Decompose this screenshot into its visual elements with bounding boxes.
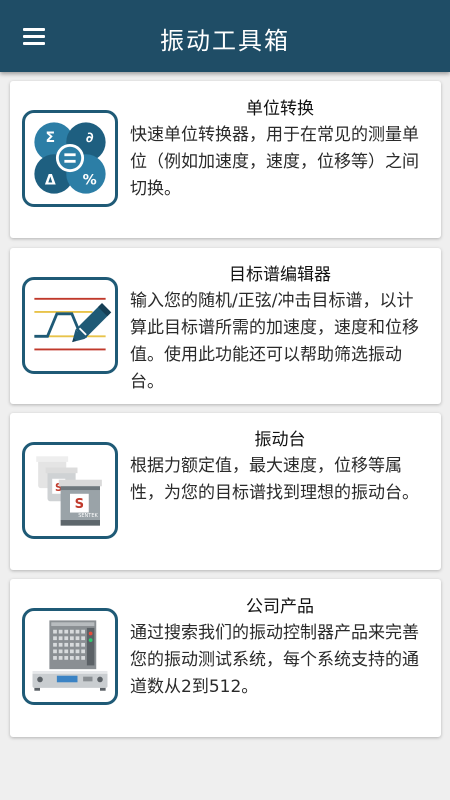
card-description: 输入您的随机/正弦/冲击目标谱，以计算此目标谱所需的加速度，速度和位移值。使用此… xyxy=(130,291,419,392)
unit-converter-icon: Σ ∂ Δ % xyxy=(22,110,118,207)
app-bar: 振动工具箱 xyxy=(0,0,450,72)
svg-text:%: % xyxy=(83,172,97,188)
card-title: 目标谱编辑器 xyxy=(229,265,331,285)
shaker-brand-label: SENTEK xyxy=(78,513,98,519)
card-description: 快速单位转换器，用于在常见的测量单位（例如加速度，速度，位移等）之间切换。 xyxy=(130,125,419,199)
svg-text:∂: ∂ xyxy=(86,130,94,146)
card-title: 单位转换 xyxy=(246,99,314,119)
card-description: 根据力额定值，最大速度，位移等属性，为您的目标谱找到理想的振动台。 xyxy=(130,456,419,503)
card-title: 公司产品 xyxy=(246,597,314,617)
card-description: 通过搜索我们的振动控制器产品来完善您的振动测试系统，每个系统支持的通道数从2到5… xyxy=(130,623,419,697)
shakers-icon: S S xyxy=(22,442,118,539)
card-profile-editor[interactable]: 目标谱编辑器 输入您的随机/正弦/冲击目标谱，以计算此目标谱所需的加速度，速度和… xyxy=(10,248,441,404)
card-company-products[interactable]: 公司产品 通过搜索我们的振动控制器产品来完善您的振动测试系统，每个系统支持的通道… xyxy=(10,579,441,737)
card-title: 振动台 xyxy=(254,430,306,450)
svg-text:Σ: Σ xyxy=(46,130,56,146)
svg-text:S: S xyxy=(75,497,84,512)
profile-editor-icon xyxy=(22,277,118,374)
card-shakers[interactable]: S S SENTEK 振动台 根据力额定值，最大速度，位移等属性，为您的目标谱找… xyxy=(10,413,441,570)
controller-products-icon xyxy=(22,608,118,705)
card-unit-conversion[interactable]: Σ ∂ Δ % 单位转换 快速单位转换器，用于在常见的测量单位（例如加速度，速度… xyxy=(10,81,441,238)
svg-text:Δ: Δ xyxy=(45,172,56,188)
app-title: 振动工具箱 xyxy=(160,27,290,55)
